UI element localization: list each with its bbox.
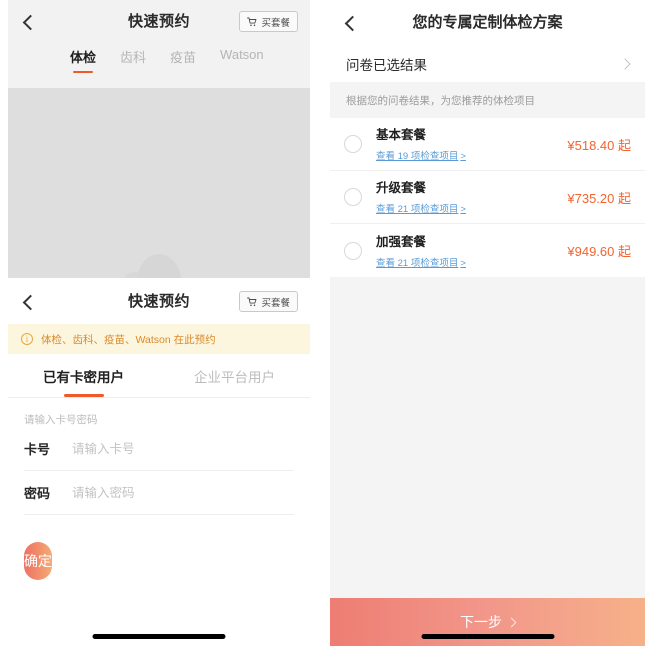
category-tabs: 体检 齿科 疫苗 Watson — [8, 44, 310, 80]
back-button[interactable] — [8, 280, 52, 324]
package-detail-link[interactable]: 查看 21 项检查项目 > — [376, 204, 466, 215]
placeholder-shape-large — [137, 254, 181, 278]
link-arrow: > — [460, 204, 466, 215]
package-price: ¥735.20 起 — [567, 190, 631, 206]
tab-physical-exam[interactable]: 体检 — [70, 44, 96, 66]
home-indicator — [92, 634, 226, 639]
buy-package-button[interactable]: 买套餐 — [239, 11, 298, 32]
empty-content-area — [330, 277, 645, 598]
package-detail-text: 查看 19 项检查项目 — [376, 151, 459, 162]
buy-package-button[interactable]: 买套餐 — [239, 291, 298, 312]
package-name: 加强套餐 — [376, 234, 427, 249]
questionnaire-result-row[interactable]: 问卷已选结果 — [330, 46, 645, 82]
content-placeholder-area — [8, 88, 310, 278]
chevron-left-icon — [22, 14, 38, 30]
package-list: 基本套餐 查看 19 项检查项目 > ¥518.40 起 升级套餐 查看 21 项… — [330, 118, 645, 277]
package-detail-link[interactable]: 查看 21 项检查项目 > — [376, 258, 466, 269]
package-info: 基本套餐 查看 19 项检查项目 > — [376, 124, 561, 164]
info-banner-text: 体检、齿科、疫苗、Watson 在此预约 — [41, 333, 216, 346]
tab-vaccine[interactable]: 疫苗 — [170, 44, 196, 66]
tab-enterprise-user[interactable]: 企业平台用户 — [159, 354, 310, 397]
package-row-upgrade[interactable]: 升级套餐 查看 21 项检查项目 > ¥735.20 起 — [330, 171, 645, 224]
back-button[interactable] — [330, 1, 374, 45]
package-price: ¥949.60 起 — [567, 244, 631, 259]
card-login-navbar: 快速预约 买套餐 — [8, 280, 310, 324]
form-hint: 请输入卡号密码 — [24, 414, 98, 426]
password-row: 密码 — [24, 471, 294, 515]
confirm-button[interactable]: 确定 — [24, 542, 52, 580]
quick-booking-navbar: 快速预约 买套餐 — [8, 0, 310, 44]
radio-upgrade[interactable] — [344, 188, 362, 206]
next-step-label: 下一步 — [460, 614, 502, 630]
package-row-enhanced[interactable]: 加强套餐 查看 21 项检查项目 > ¥949.60 起 — [330, 224, 645, 277]
quick-booking-screen: 快速预约 买套餐 体检 齿科 疫苗 Watson — [8, 0, 310, 278]
package-detail-link[interactable]: 查看 19 项检查项目 > — [376, 151, 466, 162]
password-input[interactable] — [72, 485, 294, 500]
chevron-left-icon — [344, 15, 360, 31]
plan-navbar: 您的专属定制体检方案 — [330, 0, 645, 46]
chevron-right-icon — [506, 617, 517, 627]
tab-watson[interactable]: Watson — [220, 44, 264, 62]
package-info: 升级套餐 查看 21 项检查项目 > — [376, 177, 561, 217]
buy-package-label: 买套餐 — [261, 297, 290, 309]
info-circle-icon: i — [21, 333, 33, 345]
recommendation-note: 根据您的问卷结果，为您推荐的体检项目 — [330, 82, 645, 118]
back-button[interactable] — [8, 0, 52, 44]
shopping-cart-icon — [247, 17, 257, 26]
link-arrow: > — [460, 151, 466, 162]
card-number-row: 卡号 — [24, 427, 294, 471]
card-number-input[interactable] — [72, 441, 294, 456]
home-indicator — [421, 634, 554, 639]
chevron-left-icon — [22, 294, 38, 310]
screenshot-canvas: 快速预约 买套餐 体检 齿科 疫苗 Watson 快速预约 买套餐 i 体检、齿… — [0, 0, 645, 646]
questionnaire-result-label: 问卷已选结果 — [346, 58, 427, 73]
package-name: 升级套餐 — [376, 181, 427, 195]
password-label: 密码 — [24, 486, 51, 501]
custom-plan-screen: 您的专属定制体检方案 问卷已选结果 根据您的问卷结果，为您推荐的体检项目 基本套… — [330, 0, 645, 646]
login-type-tabs: 已有卡密用户 企业平台用户 — [8, 354, 310, 398]
shopping-cart-icon — [247, 297, 257, 306]
tab-existing-card-user[interactable]: 已有卡密用户 — [8, 354, 159, 397]
page-title: 您的专属定制体检方案 — [412, 14, 563, 31]
link-arrow: > — [460, 257, 466, 269]
radio-enhanced[interactable] — [344, 241, 362, 260]
package-price: ¥518.40 起 — [567, 137, 631, 153]
package-info: 加强套餐 查看 21 项检查项目 > — [376, 231, 561, 271]
next-step-button[interactable]: 下一步 — [330, 598, 645, 646]
radio-basic[interactable] — [344, 135, 362, 153]
package-detail-text: 查看 21 项检查项目 — [376, 204, 459, 215]
tab-dental[interactable]: 齿科 — [120, 44, 146, 66]
card-number-label: 卡号 — [24, 442, 51, 457]
chevron-right-icon — [619, 58, 631, 70]
package-name: 基本套餐 — [376, 128, 427, 142]
info-banner: i 体检、齿科、疫苗、Watson 在此预约 — [8, 324, 310, 354]
package-row-basic[interactable]: 基本套餐 查看 19 项检查项目 > ¥518.40 起 — [330, 118, 645, 171]
card-login-screen: 快速预约 买套餐 i 体检、齿科、疫苗、Watson 在此预约 已有卡密用户 企… — [8, 280, 310, 646]
package-detail-text: 查看 21 项检查项目 — [376, 257, 459, 269]
buy-package-label: 买套餐 — [261, 17, 290, 29]
